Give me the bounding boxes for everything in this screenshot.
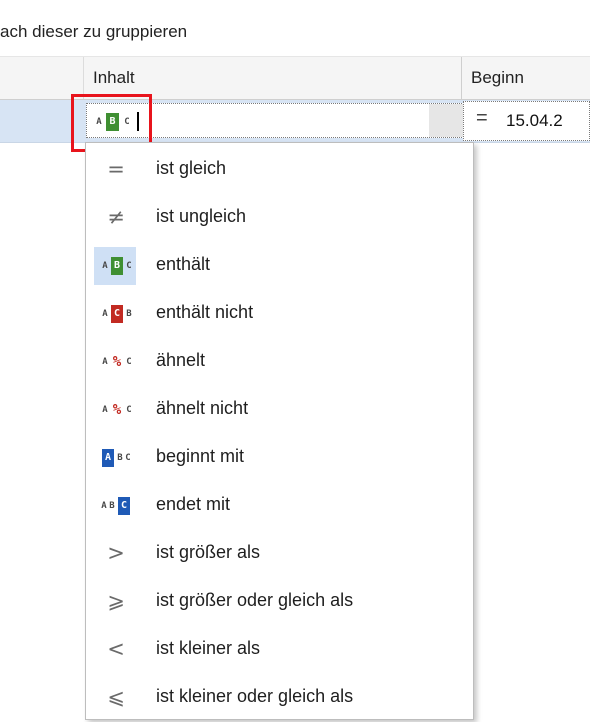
menu-item-ist-kleiner-oder-gleich-als[interactable]: ⩽ ist kleiner oder gleich als <box>86 674 473 722</box>
menu-item-ist-groesser-als[interactable]: > ist größer als <box>86 530 473 578</box>
less-or-equal-icon: ⩽ <box>107 685 125 709</box>
menu-item-aehnelt[interactable]: A % C ähnelt <box>86 338 473 386</box>
menu-item-endet-mit[interactable]: A B C endet mit <box>86 482 473 530</box>
begins-with-icon: A B C <box>94 448 138 468</box>
greater-or-equal-icon: ⩾ <box>107 589 125 613</box>
menu-item-ist-kleiner-als[interactable]: < ist kleiner als <box>86 626 473 674</box>
like-icon: A % C <box>102 354 132 370</box>
menu-item-enthaelt[interactable]: A B C enthält <box>86 242 473 290</box>
menu-item-aehnelt-nicht[interactable]: A % C ähnelt nicht <box>86 386 473 434</box>
menu-item-beginnt-mit[interactable]: A B C beginnt mit <box>86 434 473 482</box>
menu-item-enthaelt-nicht[interactable]: A C B enthält nicht <box>86 290 473 338</box>
not-contains-icon: A C B <box>94 304 138 324</box>
group-by-panel[interactable]: ach dieser zu gruppieren <box>0 0 590 57</box>
column-header-beginn[interactable]: Beginn <box>462 57 590 99</box>
less-than-icon: < <box>107 637 125 661</box>
column-header-inhalt-label: Inhalt <box>93 68 135 87</box>
beginn-filter-value: 15.04.2 <box>506 111 563 130</box>
menu-item-ist-groesser-oder-gleich-als[interactable]: ⩾ ist größer oder gleich als <box>86 578 473 626</box>
greater-than-icon: > <box>107 541 125 565</box>
column-header-beginn-label: Beginn <box>471 68 524 87</box>
column-header-indicator[interactable] <box>0 57 84 99</box>
group-by-hint: ach dieser zu gruppieren <box>0 22 188 41</box>
contains-icon: A B C <box>94 256 138 276</box>
beginn-operator-icon[interactable]: = <box>476 107 488 130</box>
equals-icon: = <box>107 157 125 181</box>
beginn-filter-cell[interactable]: = 15.04.2 <box>463 101 590 141</box>
menu-item-ist-ungleich[interactable]: ≠ ist ungleich <box>86 194 473 242</box>
ends-with-icon: A B C <box>94 496 138 516</box>
not-like-icon: A % C <box>102 402 132 418</box>
not-equal-icon: ≠ <box>107 205 125 229</box>
menu-item-ist-gleich[interactable]: = ist gleich <box>86 146 473 194</box>
column-header-inhalt[interactable]: Inhalt <box>84 57 462 99</box>
filter-operator-menu: = ist gleich ≠ ist ungleich A B C enthäl… <box>85 142 474 720</box>
